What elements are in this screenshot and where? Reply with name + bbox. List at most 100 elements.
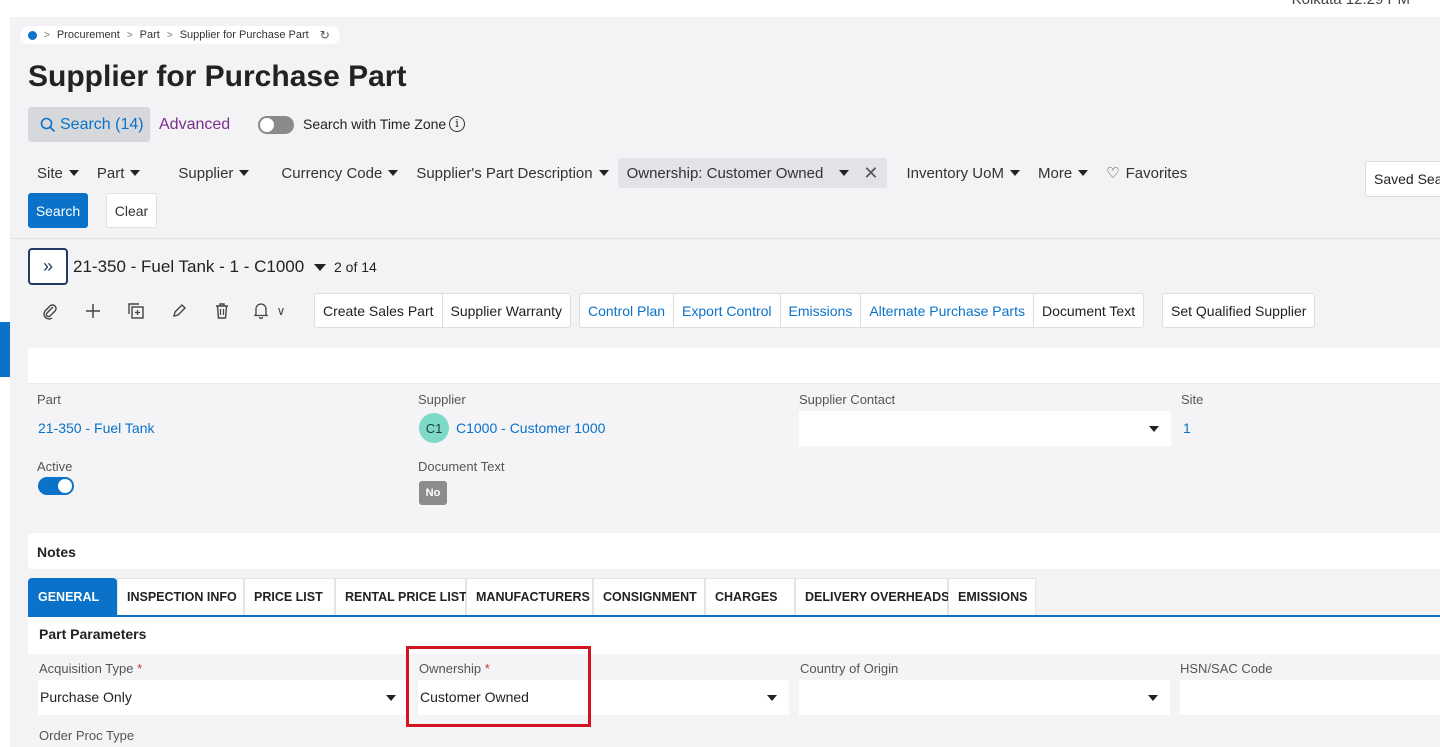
details-card: [28, 348, 1440, 524]
timezone-toggle[interactable]: [258, 116, 294, 134]
document-text-badge: No: [419, 481, 447, 505]
document-text-button[interactable]: Document Text: [1034, 294, 1143, 327]
filter-part[interactable]: Part: [88, 158, 150, 188]
supplier-contact-select[interactable]: [799, 411, 1171, 446]
top-bar: Kolkata 12:29 PM: [0, 0, 1440, 17]
breadcrumb-part[interactable]: Part: [140, 29, 160, 41]
add-icon[interactable]: [71, 293, 114, 328]
set-qualified-supplier-button[interactable]: Set Qualified Supplier: [1162, 293, 1316, 328]
site-label: Site: [1181, 392, 1204, 407]
chevron-right-icon: >: [44, 29, 50, 41]
favorites-label: Favorites: [1125, 164, 1188, 182]
create-sales-part-button[interactable]: Create Sales Part: [315, 294, 443, 327]
expand-navigator-button[interactable]: »: [28, 248, 68, 285]
search-toggle-button[interactable]: Search (14): [28, 107, 150, 142]
tab-delivery-overheads[interactable]: DELIVERY OVERHEADS: [795, 578, 949, 615]
chevron-right-icon: >: [166, 29, 173, 41]
caret-down-icon: [239, 170, 250, 176]
supplier-warranty-button[interactable]: Supplier Warranty: [443, 294, 571, 327]
caret-down-icon: [767, 695, 777, 701]
hsn-sac-code-input[interactable]: [1180, 680, 1440, 715]
part-label: Part: [37, 392, 61, 407]
divider: [10, 238, 1440, 239]
home-dot-icon[interactable]: [28, 30, 37, 40]
supplier-avatar: C1: [419, 413, 449, 443]
clear-button[interactable]: Clear: [106, 193, 157, 228]
highlight-box: [406, 646, 591, 727]
tab-consignment[interactable]: CONSIGNMENT: [593, 578, 705, 615]
record-selector[interactable]: 21-350 - Fuel Tank - 1 - C1000: [73, 257, 327, 277]
supplier-link[interactable]: C1000 - Customer 1000: [456, 420, 605, 436]
document-text-label: Document Text: [418, 459, 505, 474]
filter-ownership[interactable]: Ownership: Customer Owned ✕: [617, 158, 888, 188]
edit-icon[interactable]: [157, 293, 200, 328]
heart-icon: ♡: [1106, 165, 1120, 182]
site-link[interactable]: 1: [1183, 420, 1191, 436]
left-nav-marker[interactable]: [0, 322, 10, 377]
tab-price-list[interactable]: PRICE LIST: [244, 578, 335, 615]
filter-part-label: Part: [96, 164, 125, 182]
part-parameters-title: Part Parameters: [39, 626, 147, 642]
control-plan-button[interactable]: Control Plan: [580, 294, 675, 327]
duplicate-icon[interactable]: [114, 293, 157, 328]
breadcrumb-current: Supplier for Purchase Part: [179, 29, 309, 41]
favorites-button[interactable]: ♡ Favorites: [1097, 158, 1196, 188]
filter-supplier-desc[interactable]: Supplier's Part Description: [407, 158, 617, 188]
notification-bell-icon[interactable]: ∨: [243, 293, 295, 328]
caret-down-icon: [839, 170, 850, 176]
active-toggle[interactable]: [38, 477, 74, 495]
close-icon[interactable]: ✕: [863, 163, 878, 184]
filter-inventory-uom[interactable]: Inventory UoM: [897, 158, 1029, 188]
details-fields-area: [28, 383, 1440, 524]
part-link[interactable]: 21-350 - Fuel Tank: [38, 420, 154, 436]
tab-rental-price-list[interactable]: RENTAL PRICE LIST: [335, 578, 467, 615]
emissions-button[interactable]: Emissions: [781, 294, 862, 327]
acquisition-type-value: Purchase Only: [40, 689, 132, 705]
filter-inventory-uom-label: Inventory UoM: [906, 164, 1004, 182]
filter-more[interactable]: More: [1029, 158, 1097, 188]
acquisition-type-select[interactable]: Purchase Only: [38, 680, 408, 715]
filter-supplier-label: Supplier: [178, 164, 234, 182]
tab-charges[interactable]: CHARGES: [705, 578, 795, 615]
attachment-icon[interactable]: [28, 293, 71, 328]
saved-search-button[interactable]: Saved Search: [1365, 161, 1440, 197]
caret-down-icon: [1009, 170, 1020, 176]
refresh-icon[interactable]: ↻: [320, 28, 330, 42]
breadcrumb-procurement[interactable]: Procurement: [57, 29, 120, 41]
filter-supplier-desc-label: Supplier's Part Description: [416, 164, 593, 182]
filter-ownership-label: Ownership: Customer Owned: [626, 164, 824, 182]
export-control-button[interactable]: Export Control: [674, 294, 781, 327]
tab-bar: GENERAL INSPECTION INFO PRICE LIST RENTA…: [28, 578, 1036, 615]
notes-section[interactable]: Notes: [28, 533, 1440, 569]
breadcrumb: > Procurement > Part > Supplier for Purc…: [20, 26, 340, 44]
record-count: 2 of 14: [334, 259, 377, 275]
acquisition-type-text: Acquisition Type: [39, 661, 134, 676]
left-nav-strip: [0, 17, 10, 747]
filter-currency-label: Currency Code: [281, 164, 383, 182]
record-title: 21-350 - Fuel Tank - 1 - C1000: [73, 257, 305, 276]
advanced-link[interactable]: Advanced: [159, 116, 230, 134]
tab-emissions[interactable]: EMISSIONS: [948, 578, 1036, 615]
country-of-origin-select[interactable]: [799, 680, 1170, 715]
caret-down-icon: [388, 170, 399, 176]
supplier-contact-label: Supplier Contact: [799, 392, 896, 407]
chevron-down-icon: ∨: [276, 303, 286, 318]
caret-down-icon: [1078, 170, 1089, 176]
caret-down-icon: [68, 170, 79, 176]
page-title: Supplier for Purchase Part: [28, 60, 407, 93]
filter-more-label: More: [1037, 164, 1073, 182]
filter-site[interactable]: Site: [28, 158, 88, 188]
caret-down-icon: [386, 695, 396, 701]
delete-icon[interactable]: [200, 293, 243, 328]
info-icon[interactable]: i: [449, 116, 465, 132]
search-button[interactable]: Search: [28, 193, 88, 228]
filter-site-label: Site: [37, 164, 63, 182]
filter-currency[interactable]: Currency Code: [272, 158, 407, 188]
acquisition-type-label: Acquisition Type *: [39, 661, 142, 676]
alternate-purchase-parts-button[interactable]: Alternate Purchase Parts: [861, 294, 1034, 327]
tab-inspection-info[interactable]: INSPECTION INFO: [117, 578, 244, 615]
tab-general[interactable]: GENERAL: [28, 578, 117, 615]
filter-supplier[interactable]: Supplier: [169, 158, 258, 188]
tab-manufacturers[interactable]: MANUFACTURERS: [466, 578, 593, 615]
cmd-group-1: Create Sales Part Supplier Warranty: [314, 293, 572, 328]
